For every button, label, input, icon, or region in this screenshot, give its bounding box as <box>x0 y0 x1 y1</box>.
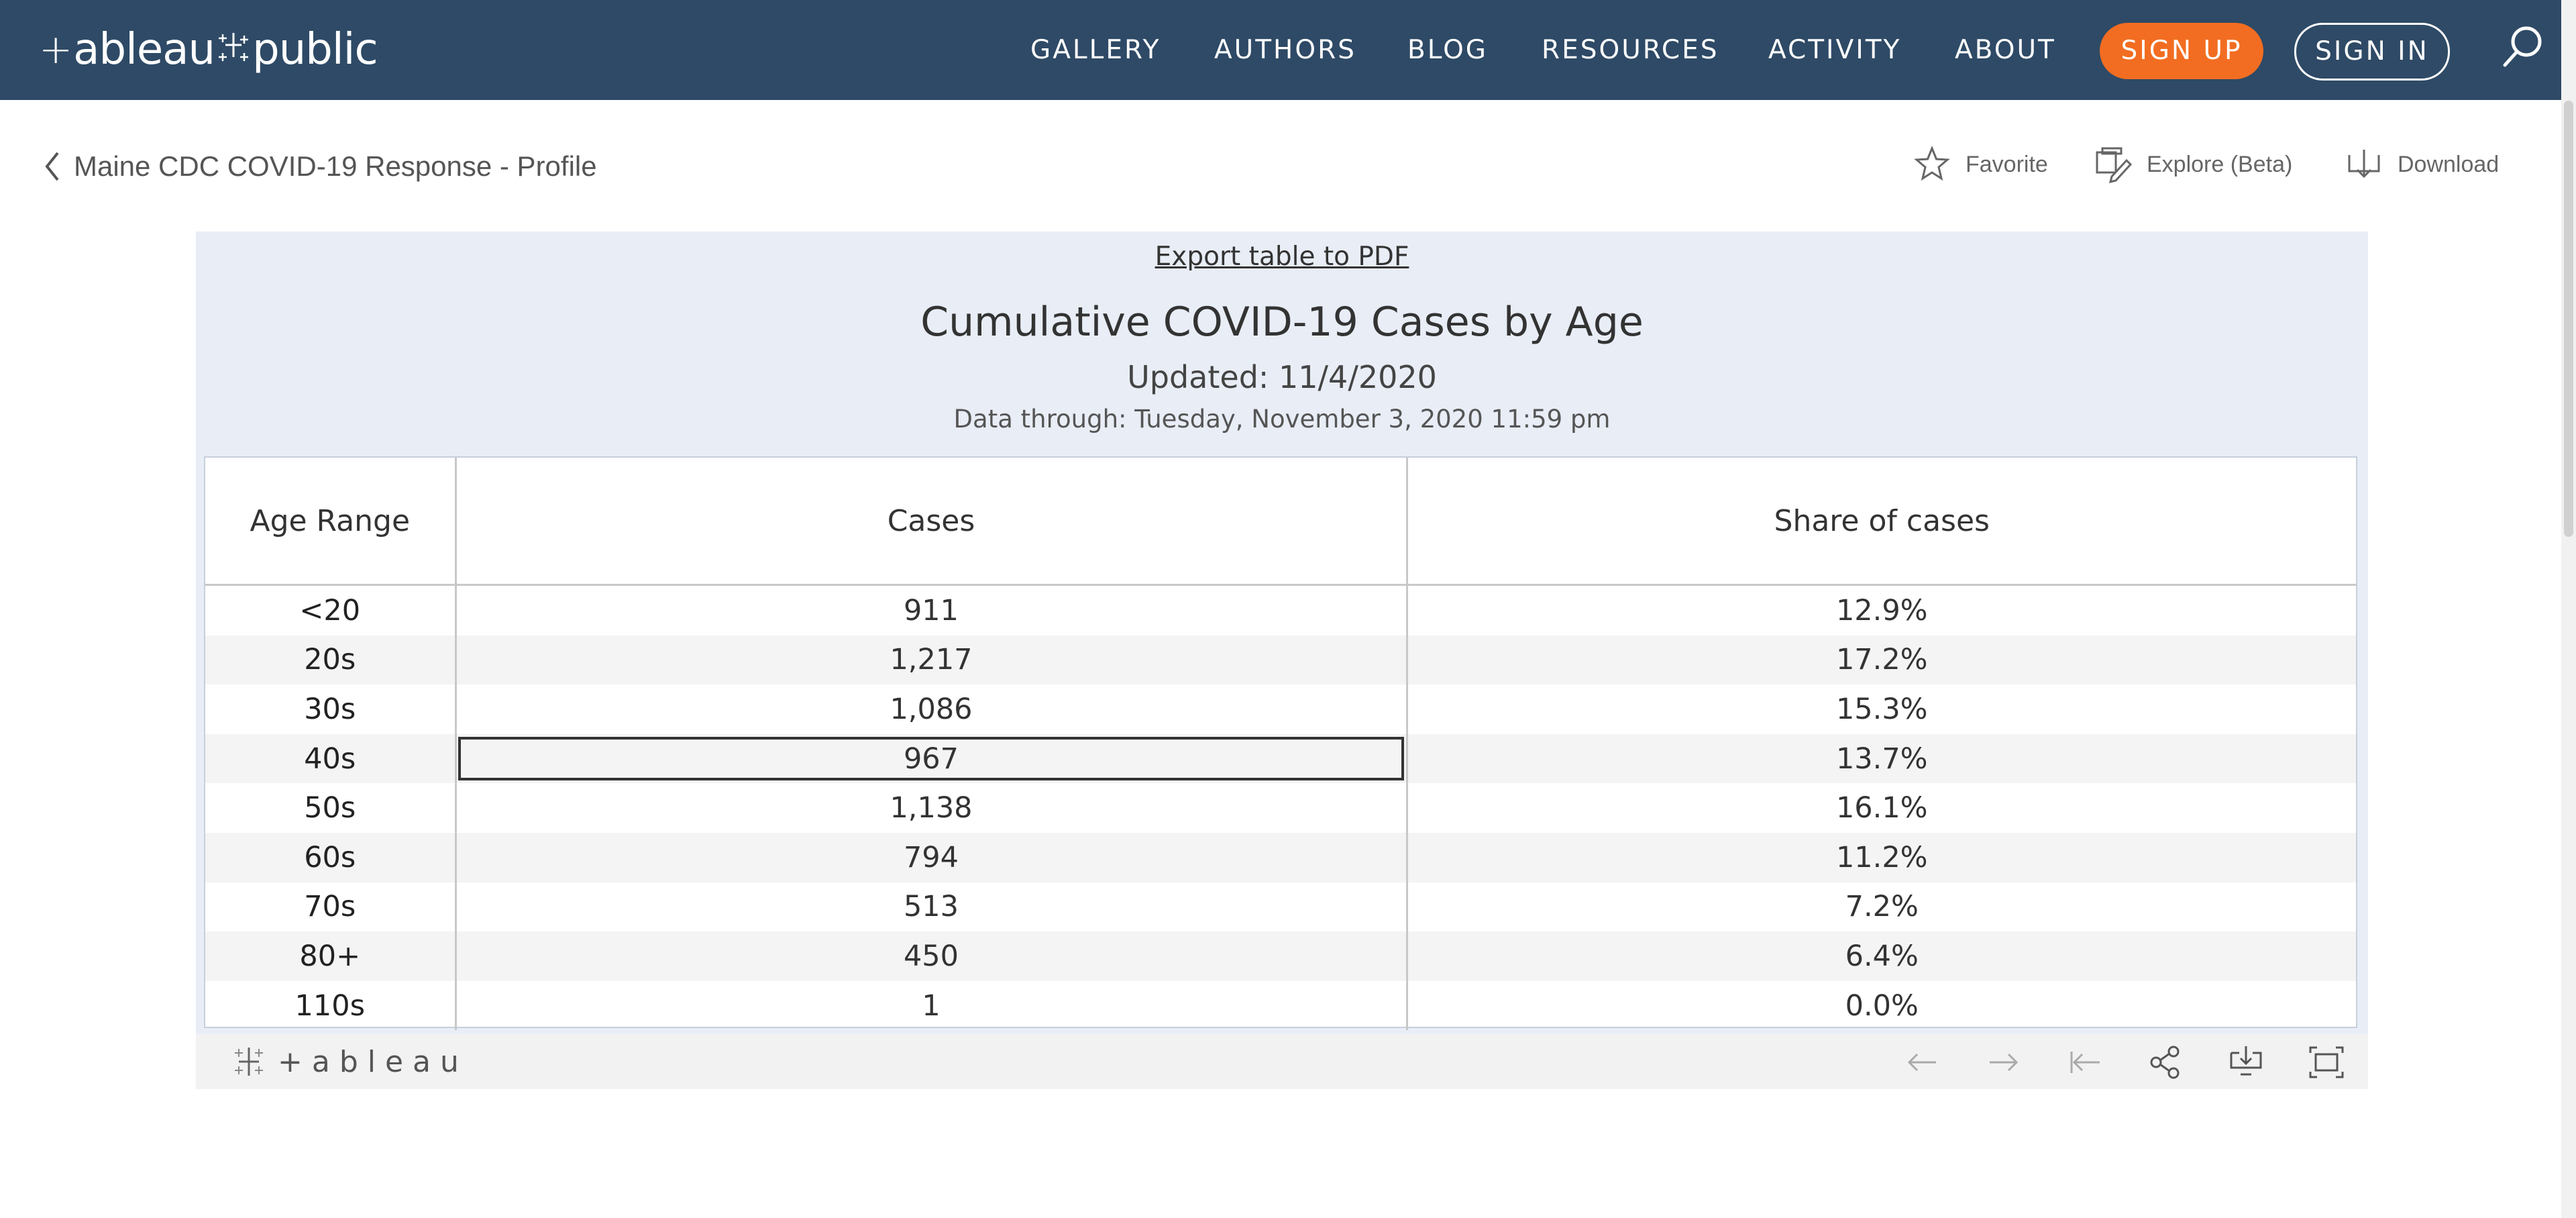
favorite-button[interactable]: Favorite <box>1913 144 2048 185</box>
back-to-profile-link[interactable]: Maine CDC COVID-19 Response - Profile <box>42 146 597 187</box>
table-row[interactable]: 30s 1,086 15.3% <box>205 684 2356 734</box>
viz-updated-date: Updated: 11/4/2020 <box>1127 359 1437 395</box>
profile-name-label: Maine CDC COVID-19 Response - Profile <box>74 150 597 182</box>
download-icon[interactable] <box>2227 1044 2265 1081</box>
explore-button[interactable]: Explore (Beta) <box>2094 144 2292 185</box>
revert-icon[interactable] <box>2066 1044 2104 1081</box>
share-cell[interactable]: 15.3% <box>1407 684 2356 734</box>
table-row[interactable]: 110s 1 0.0% <box>205 980 2356 1031</box>
star-icon <box>1914 146 1950 181</box>
sign-in-button[interactable]: SIGN IN <box>2294 23 2450 81</box>
column-header-cases[interactable]: Cases <box>455 458 1408 586</box>
table-header-row: Age Range Cases Share of cases <box>205 458 2356 586</box>
share-cell[interactable]: 0.0% <box>1407 981 2356 1031</box>
age-range-cell[interactable]: 50s <box>205 783 457 833</box>
age-range-cell[interactable]: 70s <box>205 882 457 932</box>
share-cell[interactable]: 16.1% <box>1407 783 2356 833</box>
download-label: Download <box>2398 151 2500 177</box>
scrollbar-thumb[interactable] <box>2564 101 2573 537</box>
nav-item-about[interactable]: ABOUT <box>1955 31 2056 70</box>
cases-cell[interactable]: 450 <box>455 931 1408 981</box>
explore-edit-icon <box>2096 147 2132 183</box>
nav-item-blog[interactable]: BLOG <box>1407 31 1488 70</box>
table-body: <20 911 12.9% 20s 1,217 17.2% 30s 1,086 15.3% 40s… <box>205 585 2356 1031</box>
cases-cell[interactable]: 513 <box>455 882 1408 932</box>
cases-cell[interactable]: 1,086 <box>455 684 1408 734</box>
cases-by-age-table: Age Range Cases Share of cases <20 911 12.… <box>204 456 2357 1031</box>
age-range-cell[interactable]: 20s <box>205 635 457 685</box>
table-row[interactable]: 50s 1,138 16.1% <box>205 783 2356 833</box>
share-cell[interactable]: 6.4% <box>1407 931 2356 981</box>
share-icon[interactable] <box>2147 1044 2184 1081</box>
tableau-footer-wordmark: +ableau <box>278 1044 468 1079</box>
top-navigation-bar: + ableau public GALLERY AUTHORS BLOG RES… <box>0 0 2576 100</box>
fullscreen-icon[interactable] <box>2308 1044 2345 1081</box>
table-row[interactable]: 20s 1,217 17.2% <box>205 635 2356 685</box>
logo-word-tableau: ableau <box>73 25 215 74</box>
nav-item-activity[interactable]: ACTIVITY <box>1768 31 1901 70</box>
column-header-age-range[interactable]: Age Range <box>205 458 457 586</box>
download-icon <box>2348 150 2380 179</box>
share-cell[interactable]: 7.2% <box>1407 882 2356 932</box>
nav-item-authors[interactable]: AUTHORS <box>1214 31 1356 70</box>
cases-cell[interactable]: 1 <box>455 980 1408 1031</box>
share-cell[interactable]: 13.7% <box>1407 733 2356 784</box>
table-row[interactable]: <20 911 12.9% <box>205 585 2356 636</box>
tableau-viz-frame: Export table to PDF Cumulative COVID-19 … <box>196 232 2368 1089</box>
table-row[interactable]: 70s 513 7.2% <box>205 882 2356 932</box>
tableau-footer-logo[interactable]: +ableau <box>231 1044 468 1080</box>
nav-item-resources[interactable]: RESOURCES <box>1542 31 1719 70</box>
table-row[interactable]: 40s 967 13.7% <box>205 733 2356 784</box>
cases-cell[interactable]: 794 <box>455 832 1408 882</box>
download-button[interactable]: Download <box>2345 144 2499 185</box>
logo-word-public: public <box>252 25 378 74</box>
explore-label: Explore (Beta) <box>2147 151 2293 177</box>
column-header-share[interactable]: Share of cases <box>1407 458 2356 586</box>
cases-cell[interactable]: 1,138 <box>455 783 1408 833</box>
age-range-cell[interactable]: 30s <box>205 684 457 734</box>
logo-plus-glyph: + <box>39 26 72 73</box>
tableau-public-logo[interactable]: + ableau public <box>39 23 378 77</box>
viz-title: Cumulative COVID-19 Cases by Age <box>920 299 1644 346</box>
share-cell[interactable]: 11.2% <box>1407 832 2356 882</box>
logo-cross-icon <box>219 33 249 61</box>
table-row[interactable]: 60s 794 11.2% <box>205 832 2356 882</box>
age-range-cell[interactable]: 40s <box>205 733 457 784</box>
share-cell[interactable]: 17.2% <box>1407 635 2356 685</box>
page-scrollbar[interactable] <box>2561 0 2576 1218</box>
sign-up-button[interactable]: SIGN UP <box>2100 23 2263 79</box>
table-row[interactable]: 80+ 450 6.4% <box>205 931 2356 981</box>
cases-cell[interactable]: 1,217 <box>455 635 1408 685</box>
search-icon[interactable] <box>2500 23 2546 70</box>
redo-arrow-icon[interactable] <box>1984 1044 2022 1081</box>
favorite-label: Favorite <box>1966 151 2048 177</box>
share-cell[interactable]: 12.9% <box>1407 585 2356 636</box>
age-range-cell[interactable]: 110s <box>205 980 457 1031</box>
chevron-left-icon <box>45 152 59 181</box>
viz-toolbar: +ableau <box>196 1034 2368 1089</box>
age-range-cell[interactable]: 80+ <box>205 931 457 981</box>
cases-cell[interactable]: 967 <box>455 733 1408 784</box>
nav-item-gallery[interactable]: GALLERY <box>1030 31 1161 70</box>
export-table-pdf-link[interactable]: Export table to PDF <box>196 242 2368 272</box>
viz-data-through: Data through: Tuesday, November 3, 2020 … <box>953 405 1611 434</box>
tableau-cross-icon <box>235 1048 263 1076</box>
age-range-cell[interactable]: <20 <box>205 585 457 636</box>
undo-arrow-icon[interactable] <box>1904 1044 1941 1081</box>
age-range-cell[interactable]: 60s <box>205 832 457 882</box>
cases-cell[interactable]: 911 <box>455 585 1408 636</box>
